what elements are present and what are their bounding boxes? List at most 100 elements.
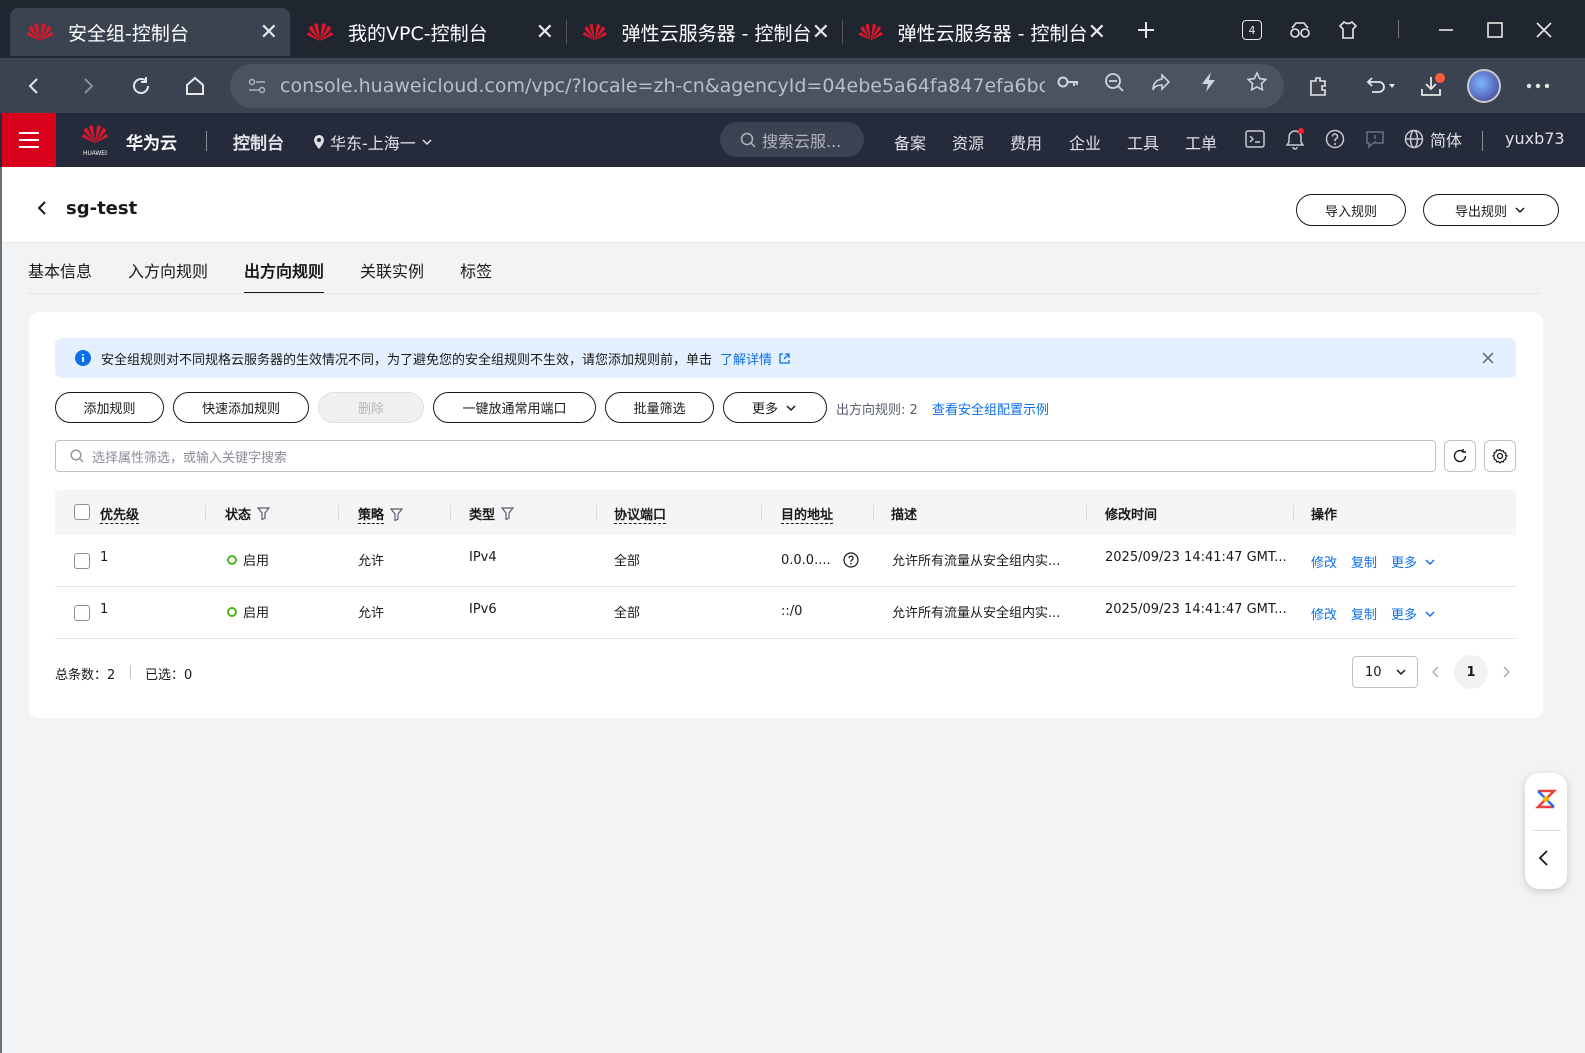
col-type[interactable]: 类型 <box>469 504 515 523</box>
add-rule-button[interactable]: 添加规则 <box>55 392 164 423</box>
col-destination[interactable]: 目的地址 <box>781 504 834 524</box>
tab-tags[interactable]: 标签 <box>460 258 510 294</box>
next-page-button[interactable] <box>1499 664 1513 680</box>
delete-button[interactable]: 删除 <box>318 392 424 423</box>
language-selector[interactable]: 简体 <box>1404 127 1474 151</box>
prev-page-button[interactable] <box>1429 664 1443 680</box>
tab-basic-info[interactable]: 基本信息 <box>28 258 110 294</box>
minimize-button[interactable] <box>1428 12 1464 48</box>
nav-billing[interactable]: 费用 <box>1010 130 1042 154</box>
reading-mode-button[interactable] <box>1282 12 1318 48</box>
learn-more-link[interactable]: 了解详情 <box>720 349 791 368</box>
nav-tools[interactable]: 工具 <box>1127 130 1159 154</box>
row-checkbox[interactable] <box>74 553 90 569</box>
new-tab-button[interactable] <box>1128 12 1164 48</box>
page-number-current[interactable]: 1 <box>1454 655 1488 689</box>
filter-funnel-icon[interactable] <box>257 507 271 520</box>
assistant-launch-button[interactable] <box>1534 787 1558 811</box>
maximize-button[interactable] <box>1477 12 1513 48</box>
share-icon[interactable] <box>1147 68 1175 96</box>
col-protocol-port[interactable]: 协议端口 <box>614 504 667 524</box>
close-window-button[interactable] <box>1526 12 1562 48</box>
filter-funnel-icon[interactable] <box>390 507 404 521</box>
user-menu[interactable]: yuxb73 <box>1505 129 1565 148</box>
edit-link[interactable]: 修改 <box>1311 552 1337 571</box>
col-status[interactable]: 状态 <box>225 504 271 523</box>
feedback-icon[interactable] <box>1363 127 1387 151</box>
chevron-down-icon <box>1425 610 1435 617</box>
column-separator <box>205 505 206 521</box>
nav-tickets[interactable]: 工单 <box>1185 130 1217 154</box>
console-link[interactable]: 控制台 <box>233 129 284 154</box>
site-settings-icon[interactable] <box>246 75 268 97</box>
region-selector[interactable]: 华东-上海一 <box>312 130 434 154</box>
home-button[interactable] <box>175 66 215 106</box>
extensions-button[interactable] <box>1298 66 1338 106</box>
brand-name[interactable]: 华为云 <box>126 129 177 154</box>
select-all-checkbox[interactable] <box>74 504 90 520</box>
page-size-select[interactable]: 10 <box>1352 656 1418 688</box>
tab-count-button[interactable]: 4 <box>1234 12 1270 48</box>
col-modified-time[interactable]: 修改时间 <box>1105 504 1157 523</box>
service-menu-button[interactable] <box>2 113 56 167</box>
help-icon[interactable] <box>1323 127 1347 151</box>
collapse-widget-button[interactable] <box>1537 849 1555 869</box>
more-actions-button[interactable]: 更多 <box>723 392 827 423</box>
export-rules-button[interactable]: 导出规则 <box>1423 194 1559 226</box>
view-example-link[interactable]: 查看安全组配置示例 <box>932 399 1049 418</box>
undo-menu-button[interactable] <box>1356 66 1406 106</box>
tab-inbound-rules[interactable]: 入方向规则 <box>128 258 226 294</box>
lightning-icon[interactable] <box>1195 68 1223 96</box>
browser-tab-ecs-1[interactable]: 弹性云服务器 - 控制台 ✕ <box>566 8 842 56</box>
close-notice-button[interactable] <box>1480 350 1496 366</box>
extensions-strip-button[interactable] <box>1330 12 1366 48</box>
notification-bell-icon[interactable] <box>1283 127 1307 151</box>
col-priority[interactable]: 优先级 <box>100 504 140 524</box>
tab-outbound-rules[interactable]: 出方向规则 <box>244 258 325 294</box>
tab-associated-instances[interactable]: 关联实例 <box>360 258 442 294</box>
row-checkbox[interactable] <box>74 605 90 621</box>
close-tab-icon[interactable]: ✕ <box>812 20 830 45</box>
close-tab-icon[interactable]: ✕ <box>260 20 278 45</box>
import-rules-button[interactable]: 导入规则 <box>1296 194 1406 226</box>
help-question-icon[interactable] <box>843 552 859 568</box>
nav-resources[interactable]: 资源 <box>952 130 984 154</box>
col-policy[interactable]: 策略 <box>358 504 404 524</box>
table-settings-button[interactable] <box>1484 440 1516 472</box>
downloads-button[interactable] <box>1412 66 1452 106</box>
zoom-out-icon[interactable] <box>1100 68 1128 96</box>
nav-enterprise[interactable]: 企业 <box>1069 130 1101 154</box>
batch-filter-button[interactable]: 批量筛选 <box>605 392 714 423</box>
quick-add-rule-button[interactable]: 快速添加规则 <box>173 392 309 423</box>
cloud-shell-icon[interactable] <box>1243 127 1267 151</box>
copy-link[interactable]: 复制 <box>1351 552 1377 571</box>
col-description[interactable]: 描述 <box>891 504 917 523</box>
forward-nav-button[interactable] <box>68 66 108 106</box>
refresh-button[interactable] <box>1444 440 1476 472</box>
close-tab-icon[interactable]: ✕ <box>536 20 554 45</box>
strip-divider <box>1398 20 1399 38</box>
filter-funnel-icon[interactable] <box>501 507 515 520</box>
profile-avatar[interactable] <box>1464 66 1504 106</box>
edit-link[interactable]: 修改 <box>1311 604 1337 623</box>
filter-search-input[interactable]: 选择属性筛选，或输入关键字搜索 <box>55 440 1436 472</box>
col-actions-label: 操作 <box>1311 508 1338 523</box>
plus-icon <box>1138 22 1154 38</box>
console-search[interactable]: 搜索云服... <box>720 122 864 157</box>
back-button[interactable] <box>32 197 52 219</box>
huawei-brand-logo[interactable]: HUAWEI <box>80 123 110 157</box>
browser-tab-security-group[interactable]: 安全组-控制台 ✕ <box>10 8 290 56</box>
nav-filing[interactable]: 备案 <box>894 130 926 154</box>
close-tab-icon[interactable]: ✕ <box>1088 20 1106 45</box>
browser-tab-vpc[interactable]: 我的VPC-控制台 ✕ <box>290 8 566 56</box>
open-common-ports-button[interactable]: 一键放通常用端口 <box>433 392 596 423</box>
back-nav-button[interactable] <box>14 66 54 106</box>
browser-menu-button[interactable] <box>1518 66 1558 106</box>
row-more-dropdown[interactable]: 更多 <box>1391 552 1437 571</box>
bookmark-star-icon[interactable] <box>1243 68 1271 96</box>
row-more-dropdown[interactable]: 更多 <box>1391 604 1437 623</box>
browser-tab-ecs-2[interactable]: 弹性云服务器 - 控制台 ✕ <box>842 8 1118 56</box>
password-key-icon[interactable] <box>1054 68 1082 96</box>
reload-button[interactable] <box>121 66 161 106</box>
copy-link[interactable]: 复制 <box>1351 604 1377 623</box>
